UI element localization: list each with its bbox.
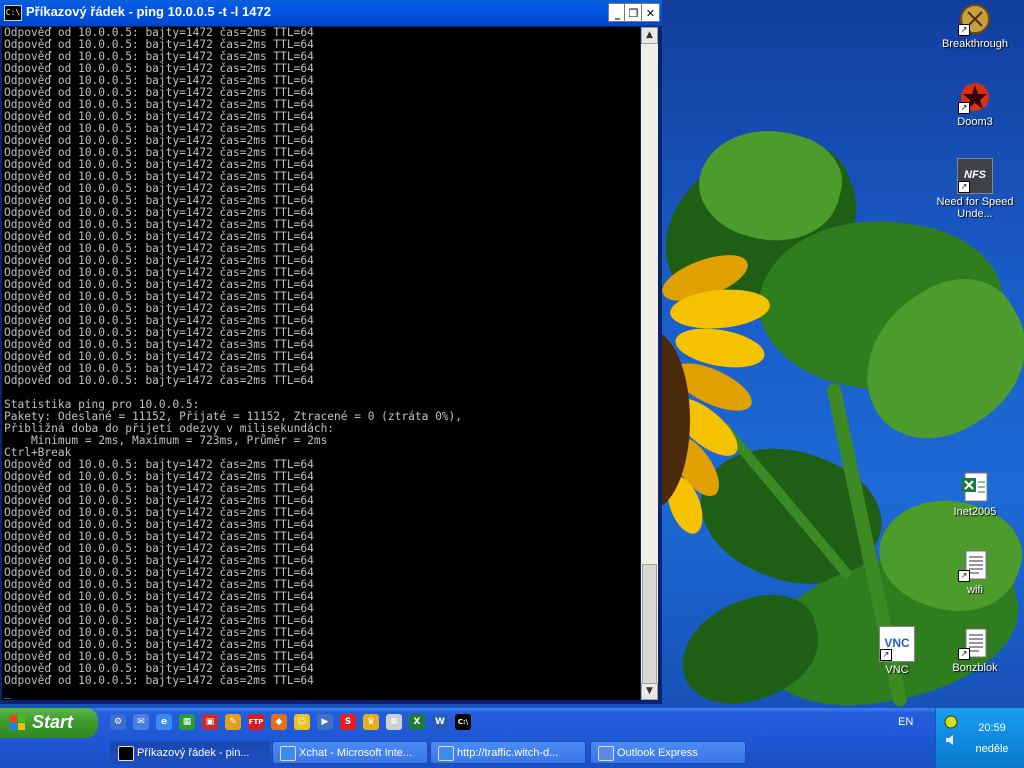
taskbar-button[interactable]: Outlook Express	[590, 741, 746, 764]
outlook-icon	[598, 746, 614, 761]
desktop-icon-breakthrough[interactable]: ↗ Breakthrough	[935, 2, 1015, 50]
clock-time: 20:59	[978, 722, 1006, 734]
start-label: Start	[32, 712, 74, 732]
system-tray: 20:59 neděle	[935, 708, 1024, 768]
floppy-icon[interactable]: ▣	[202, 714, 218, 730]
taskbar-button-label: http://traffic.witch-d...	[457, 747, 559, 759]
desktop-icon-label: Doom3	[957, 116, 993, 128]
desktop-icon-label: Inet2005	[953, 506, 997, 518]
window-title-bar[interactable]: C:\ Příkazový řádek - ping 10.0.0.5 -t -…	[0, 0, 662, 26]
ie-icon[interactable]: e	[156, 714, 172, 730]
word-icon[interactable]: W	[432, 714, 448, 730]
volume-icon[interactable]	[944, 732, 958, 746]
outlook-icon[interactable]: ✉	[133, 714, 149, 730]
shortcut-arrow-icon: ↗	[958, 102, 970, 114]
text-file-icon: ↗	[958, 626, 992, 660]
nfs-icon: NFS ↗	[957, 158, 993, 194]
command-prompt-window[interactable]: C:\ Příkazový řádek - ping 10.0.0.5 -t -…	[0, 0, 662, 704]
desktop-icon-nfs[interactable]: NFS ↗ Need for Speed Unde...	[935, 158, 1015, 220]
smiley-icon[interactable]: ☺	[294, 714, 310, 730]
taskbar-button[interactable]: Příkazový řádek - pin...	[110, 741, 270, 764]
skype-icon[interactable]: S	[340, 714, 356, 730]
clock-day: neděle	[975, 743, 1009, 755]
text-file-icon: ↗	[958, 548, 992, 582]
vnc-icon: VNC ↗	[879, 626, 915, 662]
desktop-icon-label: Bonzblok	[952, 662, 998, 674]
tool-icon[interactable]: ✎	[225, 714, 241, 730]
taskbar-button[interactable]: http://traffic.witch-d...	[430, 741, 586, 764]
clock[interactable]: 20:59 neděle	[966, 722, 1018, 756]
scroll-up-button[interactable]: ▲	[641, 27, 658, 44]
scroll-thumb[interactable]	[642, 564, 657, 684]
desktop-icon-label: VNC	[885, 664, 909, 676]
desktop-icon-doom3[interactable]: ↗ Doom3	[935, 80, 1015, 128]
ie-icon	[438, 746, 454, 761]
desktop-icon-label: wifi	[967, 584, 983, 596]
desktop-icon-label: Need for Speed Unde...	[936, 196, 1014, 220]
window-title: Příkazový řádek - ping 10.0.0.5 -t -l 14…	[26, 4, 271, 19]
crown-icon[interactable]: ♛	[363, 714, 379, 730]
taskbar-button[interactable]: Xchat - Microsoft Inte...	[272, 741, 428, 764]
breakthrough-icon: ↗	[958, 2, 992, 36]
game-icon[interactable]: ◆	[271, 714, 287, 730]
taskbar: Start ⚙ ✉ e ▦ ▣ ✎ FTP ◆ ☺ ▶ S ♛ ≡ X W C:\ EN Příkazový …	[0, 708, 1024, 768]
cmd-icon[interactable]: C:\	[455, 714, 471, 730]
console-output[interactable]: Odpověď od 10.0.0.5: bajty=1472 čas=2ms …	[2, 27, 640, 700]
desktop-icon-bonzblok[interactable]: ↗ Bonzblok	[935, 626, 1015, 674]
doom3-icon: ↗	[958, 80, 992, 114]
windows-logo-icon	[10, 715, 26, 731]
vertical-scrollbar[interactable]: ▲ ▼	[641, 27, 658, 700]
scroll-down-button[interactable]: ▼	[641, 683, 658, 700]
taskbar-button-label: Příkazový řádek - pin...	[137, 747, 250, 759]
cmd-icon	[118, 746, 134, 761]
cmd-icon[interactable]: C:\	[4, 5, 22, 21]
taskbar-button-label: Outlook Express	[617, 747, 698, 759]
console-text: Odpověď od 10.0.0.5: bajty=1472 čas=2ms …	[4, 27, 463, 699]
desktop-icon-label: Breakthrough	[941, 38, 1009, 50]
network-status-icon[interactable]	[944, 714, 958, 729]
gear-app-icon[interactable]: ⚙	[110, 714, 126, 730]
excel-icon[interactable]: X	[409, 714, 425, 730]
shortcut-arrow-icon: ↗	[958, 648, 970, 660]
ftp-icon[interactable]: FTP	[248, 714, 264, 730]
shortcut-arrow-icon: ↗	[958, 570, 970, 582]
desktop-icon-inet2005[interactable]: Inet2005	[935, 470, 1015, 518]
desktop-icon[interactable]: ▦	[179, 714, 195, 730]
media-player-icon[interactable]: ▶	[317, 714, 333, 730]
language-indicator[interactable]: EN	[898, 716, 913, 728]
notepad-icon[interactable]: ≡	[386, 714, 402, 730]
shortcut-arrow-icon: ↗	[958, 24, 970, 36]
excel-file-icon	[958, 470, 992, 504]
shortcut-arrow-icon: ↗	[958, 181, 970, 193]
desktop-icon-wifi[interactable]: ↗ wifi	[935, 548, 1015, 596]
shortcut-arrow-icon: ↗	[880, 649, 892, 661]
desktop-icon-vnc[interactable]: VNC ↗ VNC	[857, 626, 937, 676]
start-button[interactable]: Start	[0, 708, 98, 738]
ie-icon	[280, 746, 296, 761]
close-button[interactable]: ✕	[641, 3, 660, 22]
taskbar-button-label: Xchat - Microsoft Inte...	[299, 747, 413, 759]
